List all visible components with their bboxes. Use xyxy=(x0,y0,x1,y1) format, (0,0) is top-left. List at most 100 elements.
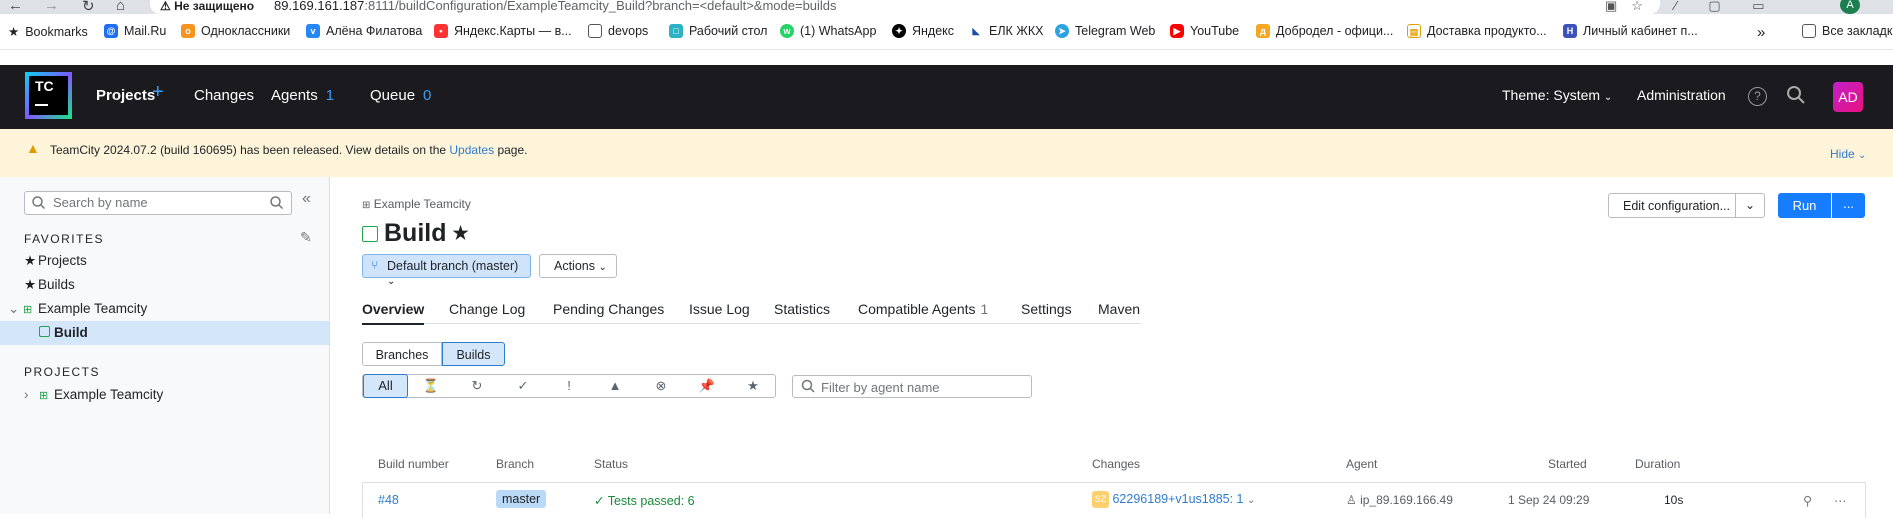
sidebar-project-example-teamcity[interactable]: › ⊞ Example Teamcity xyxy=(0,383,329,407)
bookmark-item[interactable]: • Яндекс.Карты — в... xyxy=(434,24,572,38)
bookmark-item[interactable]: ▶ YouTube xyxy=(1170,24,1239,38)
warning-icon: ▲ xyxy=(26,140,40,156)
actions-button[interactable]: Actions ⌄ xyxy=(539,254,617,278)
bookmark-item[interactable]: □ Рабочий стол xyxy=(669,24,767,38)
bookmark-item[interactable]: ➤ Telegram Web xyxy=(1055,24,1155,38)
mail-icon: @ xyxy=(104,24,118,38)
nav-projects[interactable]: Projects xyxy=(96,87,155,104)
breadcrumb[interactable]: ⊞ Example Teamcity xyxy=(362,197,471,211)
sidebar-item-example-teamcity[interactable]: ⌄ ⊞ Example Teamcity xyxy=(0,297,329,321)
branch-selector[interactable]: ⑂ Default branch (master) ⌄ xyxy=(362,254,531,287)
running-icon[interactable]: ↻ xyxy=(454,375,500,397)
help-icon[interactable]: ? xyxy=(1748,87,1767,106)
bookmark-item[interactable]: ▤ Доставка продукто... xyxy=(1407,24,1547,38)
agent-icon: ♙ xyxy=(1346,493,1357,507)
youtube-icon: ▶ xyxy=(1170,24,1184,38)
cancelled-icon[interactable]: ⊗ xyxy=(638,375,684,397)
changes-link[interactable]: SZ 62296189+v1us1885: 1 ⌄ xyxy=(1092,491,1255,508)
add-project-icon[interactable]: + xyxy=(152,81,164,104)
nav-agents[interactable]: Agents 1 xyxy=(271,87,334,104)
star-icon: ★ xyxy=(8,25,20,39)
forward-icon[interactable]: → xyxy=(44,0,59,14)
search-icon[interactable] xyxy=(1786,85,1806,105)
tab-maven[interactable]: Maven xyxy=(1098,301,1140,317)
teamcity-header: TC Projects + Changes Agents 1 Queue 0 The… xyxy=(0,65,1893,129)
star-icon[interactable]: ★ xyxy=(453,223,469,244)
projects-header: PROJECTS xyxy=(24,365,101,379)
build-config-icon xyxy=(39,326,50,337)
star-icon[interactable]: ★ xyxy=(730,375,776,397)
back-icon[interactable]: ← xyxy=(8,0,23,14)
security-indicator[interactable]: ⚠ Не защищено xyxy=(160,0,254,13)
col-agent: Agent xyxy=(1346,457,1378,471)
tab-statistics[interactable]: Statistics xyxy=(774,301,830,317)
sidebar-item-builds[interactable]: ★ Builds xyxy=(0,273,329,297)
dobrodel-icon: д xyxy=(1256,24,1270,38)
folder-icon xyxy=(1802,24,1816,38)
collapse-sidebar-icon[interactable]: « xyxy=(302,190,311,208)
hide-banner-button[interactable]: Hide ⌄ xyxy=(1830,147,1866,161)
run-custom-button[interactable]: ... xyxy=(1832,193,1865,218)
col-duration: Duration xyxy=(1635,457,1681,471)
tab-overview[interactable]: Overview xyxy=(362,301,425,325)
branches-toggle[interactable]: Branches xyxy=(362,342,442,366)
delivery-icon: ▤ xyxy=(1407,24,1421,38)
bookmark-item[interactable]: w (1) WhatsApp xyxy=(780,24,876,38)
builds-toggle[interactable]: Builds xyxy=(442,342,505,366)
pin-icon[interactable]: 📌 xyxy=(684,375,730,397)
tab-pending-changes[interactable]: Pending Changes xyxy=(553,301,664,317)
bookmark-item[interactable]: д Добродел - офици... xyxy=(1256,24,1393,38)
run-button[interactable]: Run xyxy=(1778,193,1831,218)
failure-icon[interactable]: ! xyxy=(546,375,592,397)
url-text[interactable]: 89.169.161.187:8111/buildConfiguration/E… xyxy=(274,0,837,13)
bookmark-item[interactable]: H Личный кабинет п... xyxy=(1563,24,1698,38)
sidebar-search-input[interactable]: Search by name xyxy=(24,191,292,215)
star-icon: ★ xyxy=(24,277,37,292)
more-icon[interactable]: ⋯ xyxy=(1834,493,1847,508)
filter-all[interactable]: All xyxy=(363,374,408,398)
reload-icon[interactable]: ↻ xyxy=(82,0,95,14)
bookmarks-more-button[interactable]: » xyxy=(1757,24,1765,41)
bookmark-item[interactable]: ◣ ЕЛК ЖКХ xyxy=(969,24,1043,38)
warning-icon[interactable]: ▲ xyxy=(592,375,638,397)
toolbar-icons[interactable]: ▣☆ ⁄ ▢ ▭ xyxy=(1605,0,1779,14)
edit-configuration-button[interactable]: Edit configuration... xyxy=(1608,193,1736,218)
teamcity-logo[interactable]: TC xyxy=(25,72,72,119)
bookmark-item[interactable]: v Алёна Филатова xyxy=(306,24,422,38)
build-number-link[interactable]: #48 xyxy=(378,493,399,507)
home-icon[interactable]: ⌂ xyxy=(116,0,125,14)
edit-favorites-icon[interactable]: ✎ xyxy=(300,229,312,246)
build-status[interactable]: ✓ Tests passed: 6 xyxy=(594,493,695,508)
avatar[interactable]: AD xyxy=(1833,82,1863,112)
tab-change-log[interactable]: Change Log xyxy=(449,301,525,317)
bookmark-item[interactable]: o Одноклассники xyxy=(181,24,290,38)
profile-avatar[interactable]: A xyxy=(1840,0,1860,14)
tab-compatible-agents[interactable]: Compatible Agents 1 xyxy=(858,301,988,317)
nav-changes[interactable]: Changes xyxy=(194,87,254,104)
nav-queue[interactable]: Queue 0 xyxy=(370,87,431,104)
updates-link[interactable]: Updates xyxy=(449,143,494,157)
bookmark-item[interactable]: ★ Bookmarks xyxy=(8,24,88,40)
hourglass-icon[interactable]: ⏳ xyxy=(408,375,454,397)
success-icon[interactable]: ✓ xyxy=(500,375,546,397)
desktop-icon: □ xyxy=(669,24,683,38)
agent-link[interactable]: ♙ ip_89.169.166.49 xyxy=(1346,493,1453,507)
col-changes: Changes xyxy=(1092,457,1141,471)
all-bookmarks-folder[interactable]: Все закладк xyxy=(1802,24,1892,38)
sidebar-item-projects[interactable]: ★ Projects xyxy=(0,249,329,273)
agent-filter-input[interactable]: Filter by agent name xyxy=(792,375,1032,398)
bookmark-item[interactable]: devops xyxy=(588,24,648,38)
tab-settings[interactable]: Settings xyxy=(1021,301,1072,317)
branch-badge[interactable]: master xyxy=(496,490,547,508)
map-pin-icon: • xyxy=(434,24,448,38)
nav-administration[interactable]: Administration xyxy=(1637,87,1726,103)
banner-text: TeamCity 2024.07.2 (build 160695) has be… xyxy=(50,143,528,157)
theme-selector[interactable]: Theme: System ⌄ xyxy=(1502,87,1612,103)
pin-icon[interactable]: ⚲ xyxy=(1803,493,1812,508)
chevron-down-icon: ⌄ xyxy=(1858,150,1867,161)
tab-issue-log[interactable]: Issue Log xyxy=(689,301,750,317)
bookmark-item[interactable]: ✦ Яндекс xyxy=(892,24,954,38)
bookmark-item[interactable]: @ Mail.Ru xyxy=(104,24,166,38)
edit-configuration-dropdown[interactable]: ⌄ xyxy=(1736,193,1765,218)
sidebar-item-build[interactable]: Build xyxy=(0,321,329,345)
